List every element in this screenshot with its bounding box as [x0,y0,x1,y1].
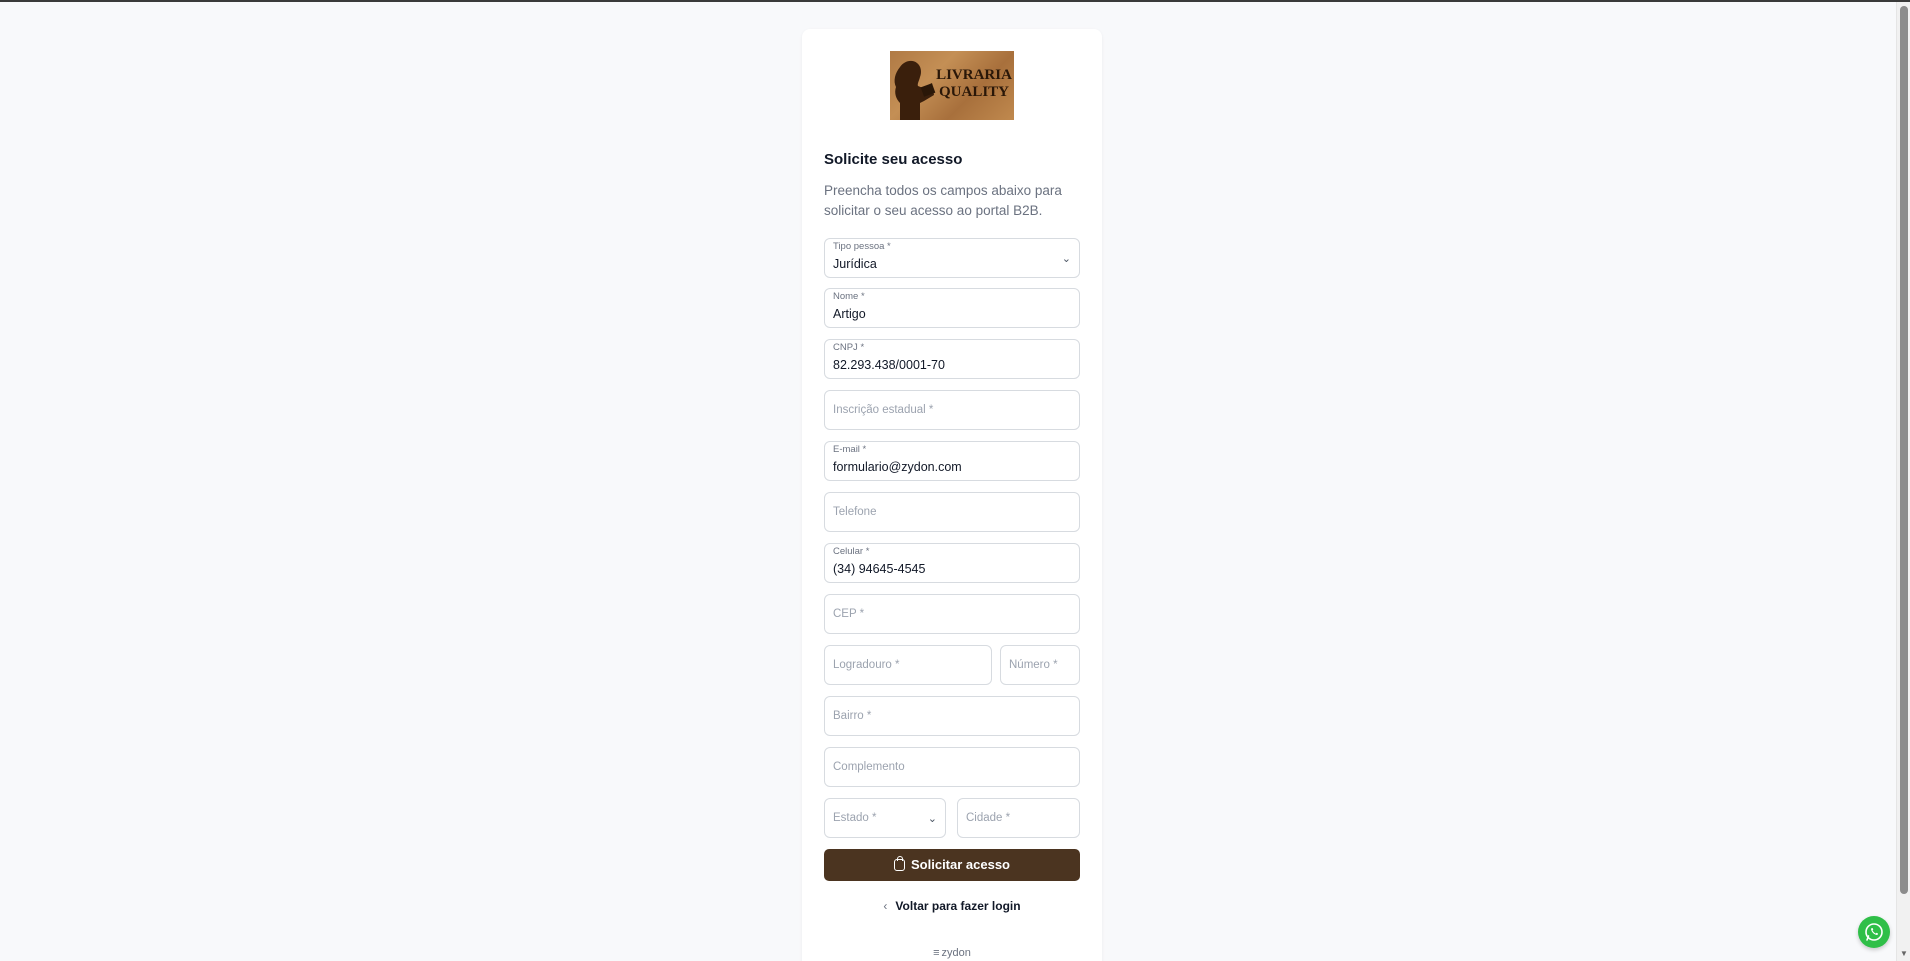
inscricao-estadual-field[interactable]: Inscrição estadual * [824,390,1080,430]
top-border [0,0,1910,2]
email-label: E-mail * [833,444,867,455]
numero-placeholder: Número * [1009,659,1058,671]
nome-value: Artigo [833,307,866,321]
nome-label: Nome * [833,291,865,302]
telefone-field[interactable]: Telefone [824,492,1080,532]
voltar-login-link[interactable]: ‹ Voltar para fazer login [824,899,1080,913]
estado-select[interactable]: Estado * ⌄ [824,798,946,838]
celular-field[interactable]: Celular * (34) 94645-4545 [824,543,1080,583]
bairro-placeholder: Bairro * [833,710,872,722]
lock-icon [894,856,905,871]
livraria-quality-logo: LIVRARIA QUALITY [890,51,1014,120]
logo-text-line1: LIVRARIA [936,67,1012,83]
logradouro-field[interactable]: Logradouro * [824,645,992,685]
page-subtitle: Preencha todos os campos abaixo para sol… [824,183,1062,218]
cep-field[interactable]: CEP * [824,594,1080,634]
bairro-field[interactable]: Bairro * [824,696,1080,736]
zydon-logo-icon: ≡ [933,947,940,959]
inscricao-estadual-placeholder: Inscrição estadual * [833,404,934,416]
logo-text-line2: QUALITY [938,84,1009,100]
vertical-scrollbar[interactable]: ▲ ▼ [1896,2,1910,961]
request-access-card: LIVRARIA QUALITY Solicite seu acesso Pre… [802,29,1102,961]
tipo-pessoa-value: Jurídica [833,257,877,271]
cnpj-field[interactable]: CNPJ * 82.293.438/0001-70 [824,339,1080,379]
whatsapp-icon [1865,923,1883,941]
estado-placeholder: Estado * [833,812,877,824]
telefone-placeholder: Telefone [833,506,877,518]
tipo-pessoa-label: Tipo pessoa * [833,241,891,252]
cnpj-value: 82.293.438/0001-70 [833,358,945,372]
celular-label: Celular * [833,546,870,557]
email-value: formulario@zydon.com [833,460,962,474]
cidade-placeholder: Cidade * [966,812,1011,824]
nome-field[interactable]: Nome * Artigo [824,288,1080,328]
voltar-login-label: Voltar para fazer login [895,899,1021,913]
complemento-field[interactable]: Complemento [824,747,1080,787]
numero-field[interactable]: Número * [1000,645,1080,685]
logradouro-placeholder: Logradouro * [833,659,900,671]
solicitar-acesso-label: Solicitar acesso [911,857,1010,872]
cnpj-label: CNPJ * [833,342,865,353]
tipo-pessoa-select[interactable]: Tipo pessoa * Jurídica ⌄ [824,238,1080,278]
complemento-placeholder: Complemento [833,761,905,773]
page-title: Solicite seu acesso [824,151,963,168]
powered-by-footer: ≡ zydon [802,947,1102,959]
chevron-left-icon: ‹ [883,899,888,913]
celular-value: (34) 94645-4545 [833,562,926,576]
whatsapp-button[interactable] [1858,916,1890,948]
cep-placeholder: CEP * [833,608,865,620]
powered-by-label: zydon [941,947,971,959]
cidade-field[interactable]: Cidade * [957,798,1080,838]
scroll-down-arrow-icon[interactable]: ▼ [1897,947,1910,961]
scrollbar-thumb[interactable] [1900,6,1908,894]
chevron-down-icon: ⌄ [1061,253,1071,265]
solicitar-acesso-button[interactable]: Solicitar acesso [824,849,1080,881]
chevron-down-icon: ⌄ [927,813,937,825]
email-field[interactable]: E-mail * formulario@zydon.com [824,441,1080,481]
